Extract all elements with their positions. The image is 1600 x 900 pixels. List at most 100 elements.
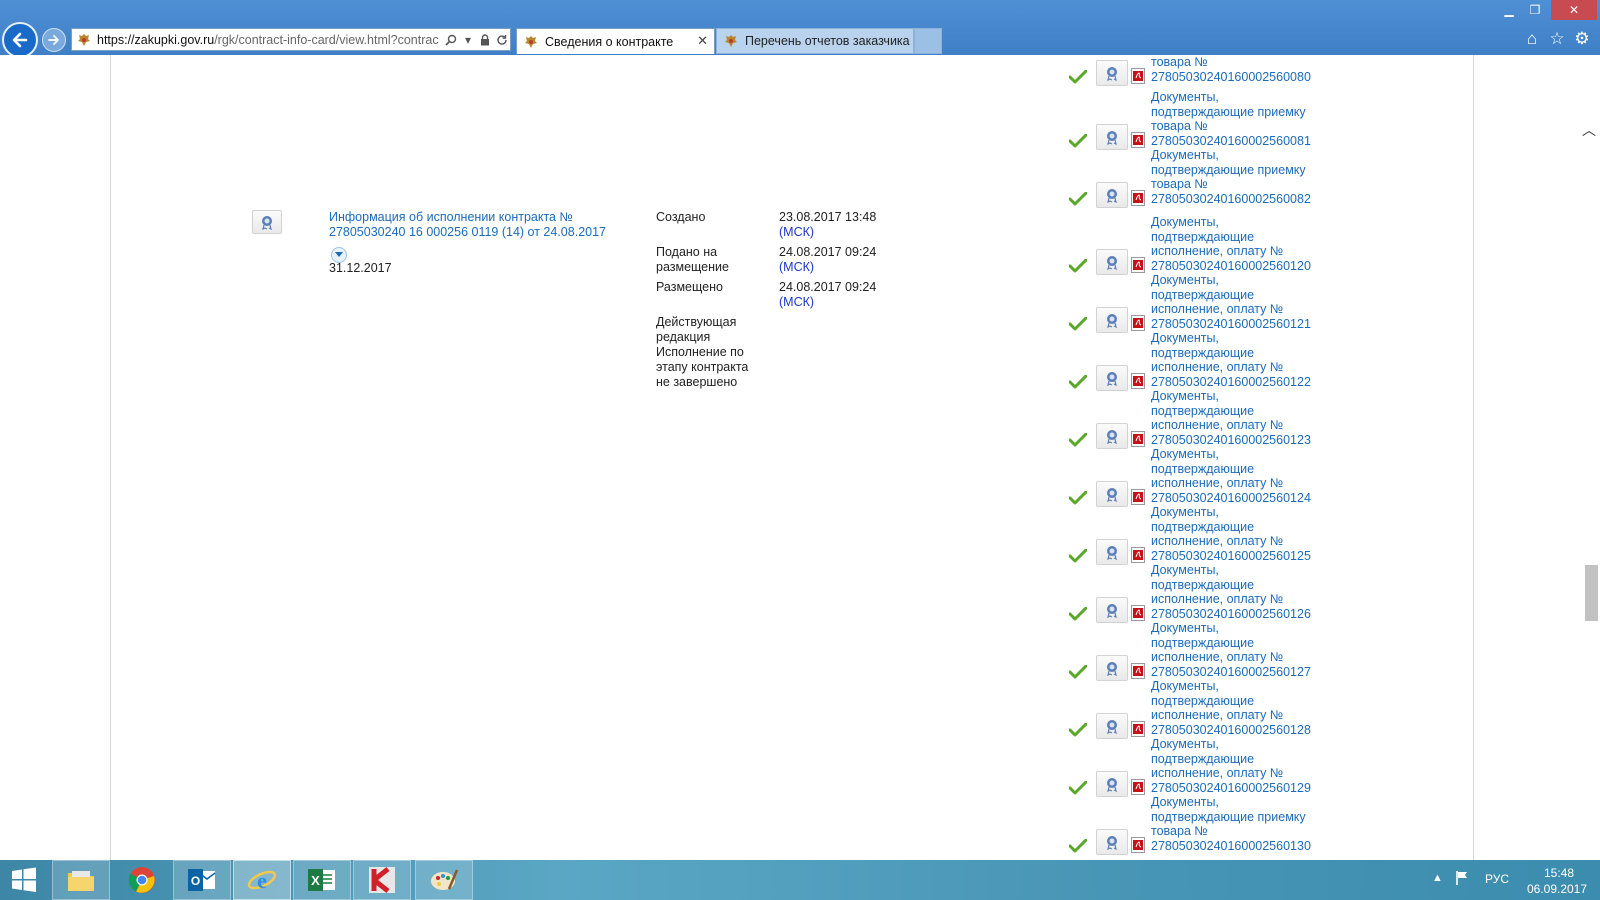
document-link[interactable]: Документы, подтверждающие исполнение, опла… [1151,331,1311,389]
taskbar-paint[interactable] [415,860,473,900]
windows-taskbar: O e X ▲ РУС 15:48 06.09.2017 [0,860,1600,900]
view-certificate-button[interactable] [1096,422,1128,449]
lock-icon[interactable] [477,32,493,48]
edition-line: редакция [656,330,711,344]
certificate-seal-icon [1107,313,1117,328]
scrollbar-thumb[interactable] [1585,565,1598,621]
document-link[interactable]: Документы, подтверждающие приемку товара №… [1151,148,1311,206]
search-icon[interactable] [443,32,459,48]
view-certificate-button[interactable] [1096,654,1128,681]
taskbar-kaspersky[interactable] [353,860,411,900]
start-button[interactable] [0,860,48,900]
document-link-line: подтверждающие [1151,403,1255,418]
document-link-line: Документы, [1151,737,1219,751]
document-link-line: 27805030240160002560122 [1151,374,1311,389]
pdf-file-icon[interactable] [1131,778,1145,795]
document-link[interactable]: Документы, подтверждающие исполнение, опла… [1151,389,1311,447]
view-certificate-button[interactable] [1096,712,1128,739]
contract-execution-info-link[interactable]: Информация об исполнении контракта № 278… [329,210,629,240]
pdf-file-icon[interactable] [1131,488,1145,505]
view-certificate-button[interactable] [1096,828,1128,855]
pdf-file-icon[interactable] [1131,256,1145,273]
close-window-icon[interactable]: ✕ [1551,0,1597,20]
minimize-icon[interactable]: ▁ [1496,0,1522,20]
document-link[interactable]: Документы, подтверждающие исполнение, опла… [1151,563,1311,621]
document-link-line: исполнение, оплату № [1151,476,1284,490]
forward-button[interactable] [42,28,66,52]
document-link[interactable]: Документы, подтверждающие исполнение, опла… [1151,273,1311,331]
document-link-line: 27805030240160002560124 [1151,490,1311,505]
document-link-line: Документы, [1151,505,1219,519]
view-certificate-button[interactable] [1096,181,1128,208]
document-link-line: подтверждающие [1151,287,1255,302]
pdf-file-icon[interactable] [1131,546,1145,563]
scroll-up-icon[interactable]: ︿ [1580,121,1598,139]
document-link[interactable]: Документы, подтверждающие исполнение, опла… [1151,505,1311,563]
document-link[interactable]: Документы, подтверждающие исполнение, опла… [1151,679,1311,737]
svg-text:e: e [257,868,267,893]
back-button[interactable] [2,22,38,58]
pdf-file-icon[interactable] [1131,372,1145,389]
show-hidden-icons-icon[interactable]: ▲ [1432,872,1443,884]
pdf-file-icon[interactable] [1131,67,1145,84]
home-icon[interactable]: ⌂ [1522,29,1542,49]
view-certificate-button[interactable] [1096,596,1128,623]
view-certificate-button[interactable] [1096,123,1128,150]
page-content: Информация об исполнении контракта № 278… [110,55,1474,860]
taskbar-outlook[interactable]: O [173,860,231,900]
pdf-file-icon[interactable] [1131,720,1145,737]
browser-toolbar: https://zakupki.gov.ru/rgk/contract-info… [0,0,1600,58]
refresh-icon[interactable] [494,32,510,48]
view-certificate-button[interactable] [1096,770,1128,797]
status-label-submitted: Подано на размещение [656,245,729,275]
pdf-file-icon[interactable] [1131,131,1145,148]
input-language-indicator[interactable]: РУС [1485,872,1509,886]
view-certificate-button[interactable] [252,210,282,234]
edition-line: этапу контракта [656,360,749,374]
action-center-flag-icon[interactable] [1455,870,1471,886]
address-url[interactable]: https://zakupki.gov.ru/rgk/contract-info… [97,33,442,47]
coat-of-arms-icon [523,34,539,50]
view-certificate-button[interactable] [1096,59,1128,86]
view-certificate-button[interactable] [1096,248,1128,275]
document-link[interactable]: Документы, подтверждающие исполнение, опла… [1151,621,1311,679]
view-certificate-button[interactable] [1096,364,1128,391]
restore-icon[interactable]: ❐ [1522,0,1548,20]
new-tab-button[interactable] [914,28,942,54]
document-link[interactable]: Документы, подтверждающие исполнение, опла… [1151,447,1311,505]
close-tab-icon[interactable]: ✕ [697,33,708,49]
tab-customer-reports[interactable]: Перечень отчетов заказчика [716,28,914,54]
address-bar[interactable]: https://zakupki.gov.ru/rgk/contract-info… [71,28,511,51]
document-link-line: 27805030240160002560081 [1151,133,1311,148]
view-certificate-button[interactable] [1096,480,1128,507]
view-certificate-button[interactable] [1096,306,1128,333]
clock-date[interactable]: 06.09.2017 [1522,882,1592,896]
taskbar-excel[interactable]: X [293,860,351,900]
document-link[interactable]: Документы, подтверждающие приемку товара №… [1151,90,1311,148]
document-link[interactable]: Документы, подтверждающие исполнение, опла… [1151,737,1311,795]
pdf-file-icon[interactable] [1131,604,1145,621]
outlook-icon: O [188,869,216,891]
taskbar-file-explorer[interactable] [52,860,110,900]
timezone-label: (МСК) [779,295,815,309]
document-link-line: Документы, [1151,389,1219,403]
taskbar-chrome[interactable] [113,860,171,900]
pdf-file-icon[interactable] [1131,662,1145,679]
view-certificate-button[interactable] [1096,538,1128,565]
pdf-file-icon[interactable] [1131,189,1145,206]
settings-gear-icon[interactable]: ⚙ [1572,29,1592,49]
document-link[interactable]: товара № 27805030240160002560080 [1151,55,1311,84]
pdf-file-icon[interactable] [1131,836,1145,853]
document-link[interactable]: Документы, подтверждающие приемку товара №… [1151,795,1311,853]
dropdown-arrow-icon[interactable]: ▾ [460,32,476,48]
pdf-file-icon[interactable] [1131,314,1145,331]
document-link-line: исполнение, оплату № [1151,766,1284,780]
pdf-file-icon[interactable] [1131,430,1145,447]
favorites-star-icon[interactable]: ☆ [1547,29,1567,49]
signature-valid-check-icon [1068,664,1088,679]
document-link[interactable]: Документы, подтверждающие исполнение, опла… [1151,215,1311,273]
tab-contract-info[interactable]: Сведения о контракте ✕ [516,28,715,54]
document-link-line: 27805030240160002560082 [1151,191,1311,206]
taskbar-internet-explorer[interactable]: e [233,860,291,900]
clock-time[interactable]: 15:48 [1530,866,1588,880]
